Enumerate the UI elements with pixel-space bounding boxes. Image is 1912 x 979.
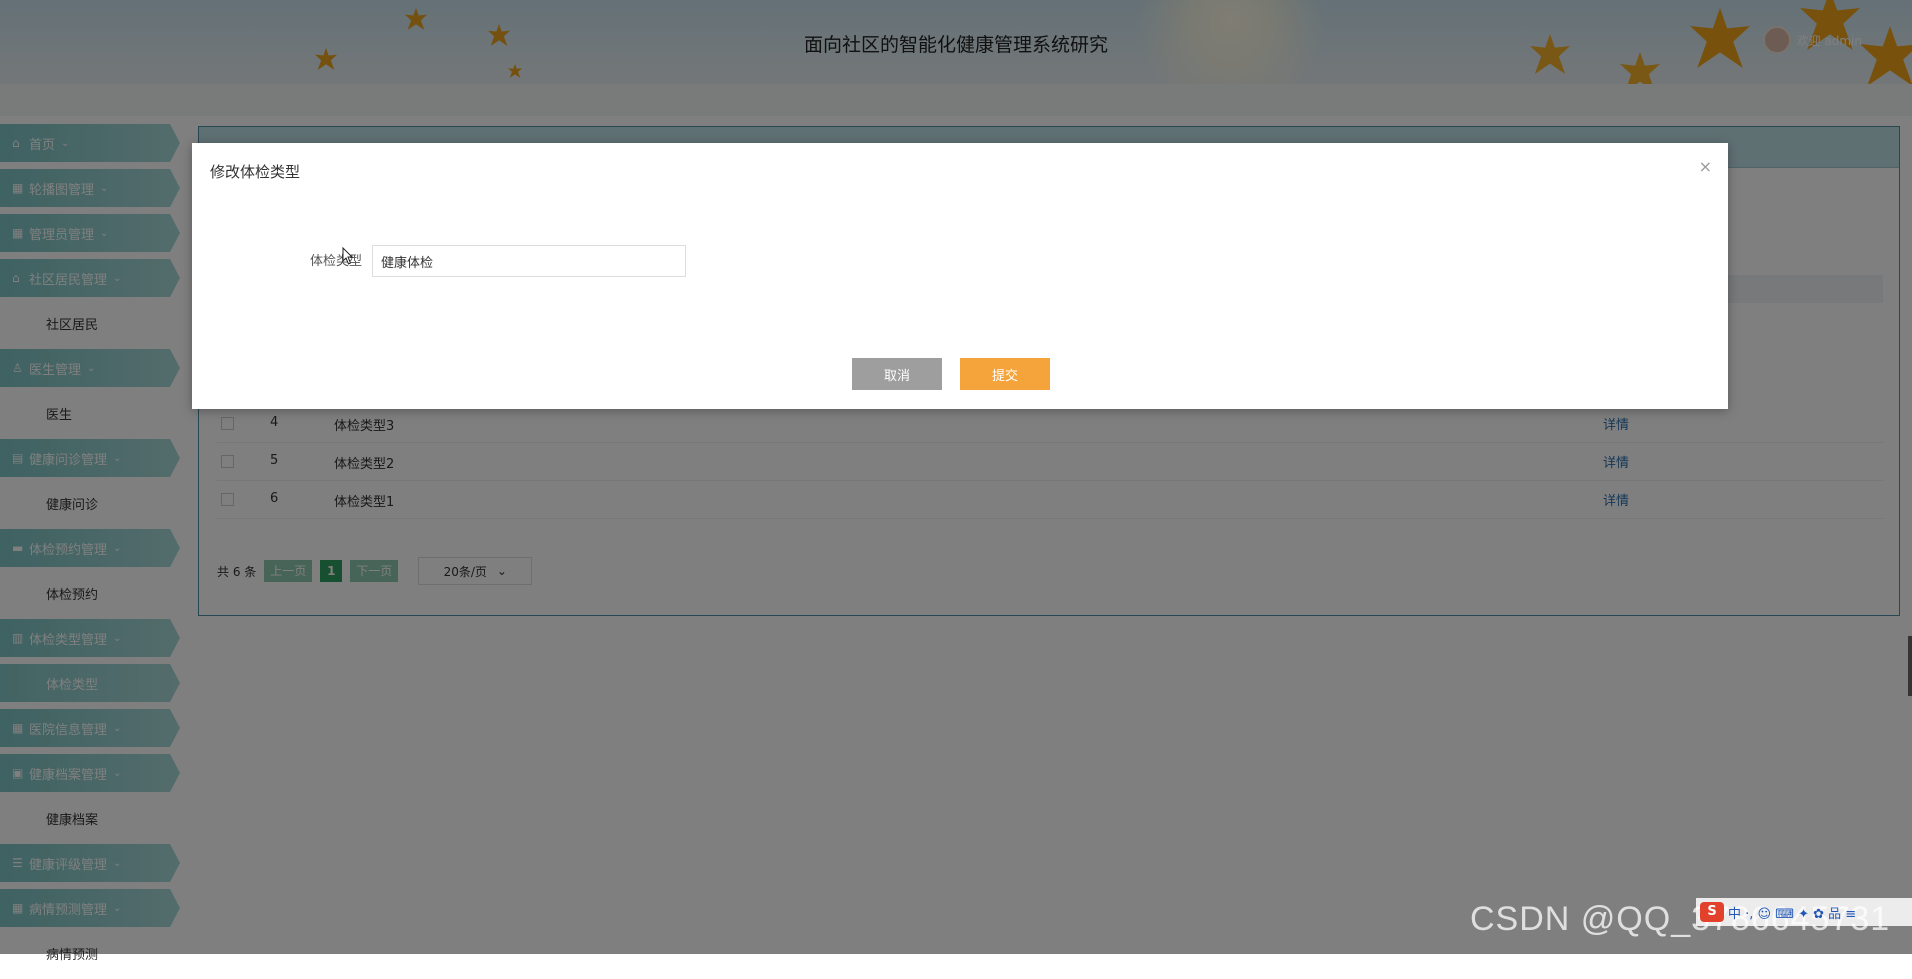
ime-toolbar[interactable]: S 中 ·, ☺ ⌨ ✦ ✿ 品 ≡: [1696, 898, 1912, 926]
close-icon[interactable]: ×: [1699, 159, 1712, 175]
edit-type-dialog: 修改体检类型 × 体检类型 取消 提交: [192, 143, 1728, 409]
ime-logo-icon[interactable]: S: [1700, 902, 1724, 922]
submit-button[interactable]: 提交: [960, 358, 1050, 390]
scrollbar-handle[interactable]: [1908, 636, 1912, 696]
ime-toolbar-icons[interactable]: 中 ·, ☺ ⌨ ✦ ✿ 品 ≡: [1728, 903, 1856, 922]
type-field-label: 体检类型: [310, 254, 363, 269]
type-name-input[interactable]: [372, 245, 686, 277]
cancel-button[interactable]: 取消: [852, 358, 942, 390]
mouse-cursor-icon: [342, 247, 354, 265]
dialog-title: 修改体检类型: [210, 163, 301, 181]
